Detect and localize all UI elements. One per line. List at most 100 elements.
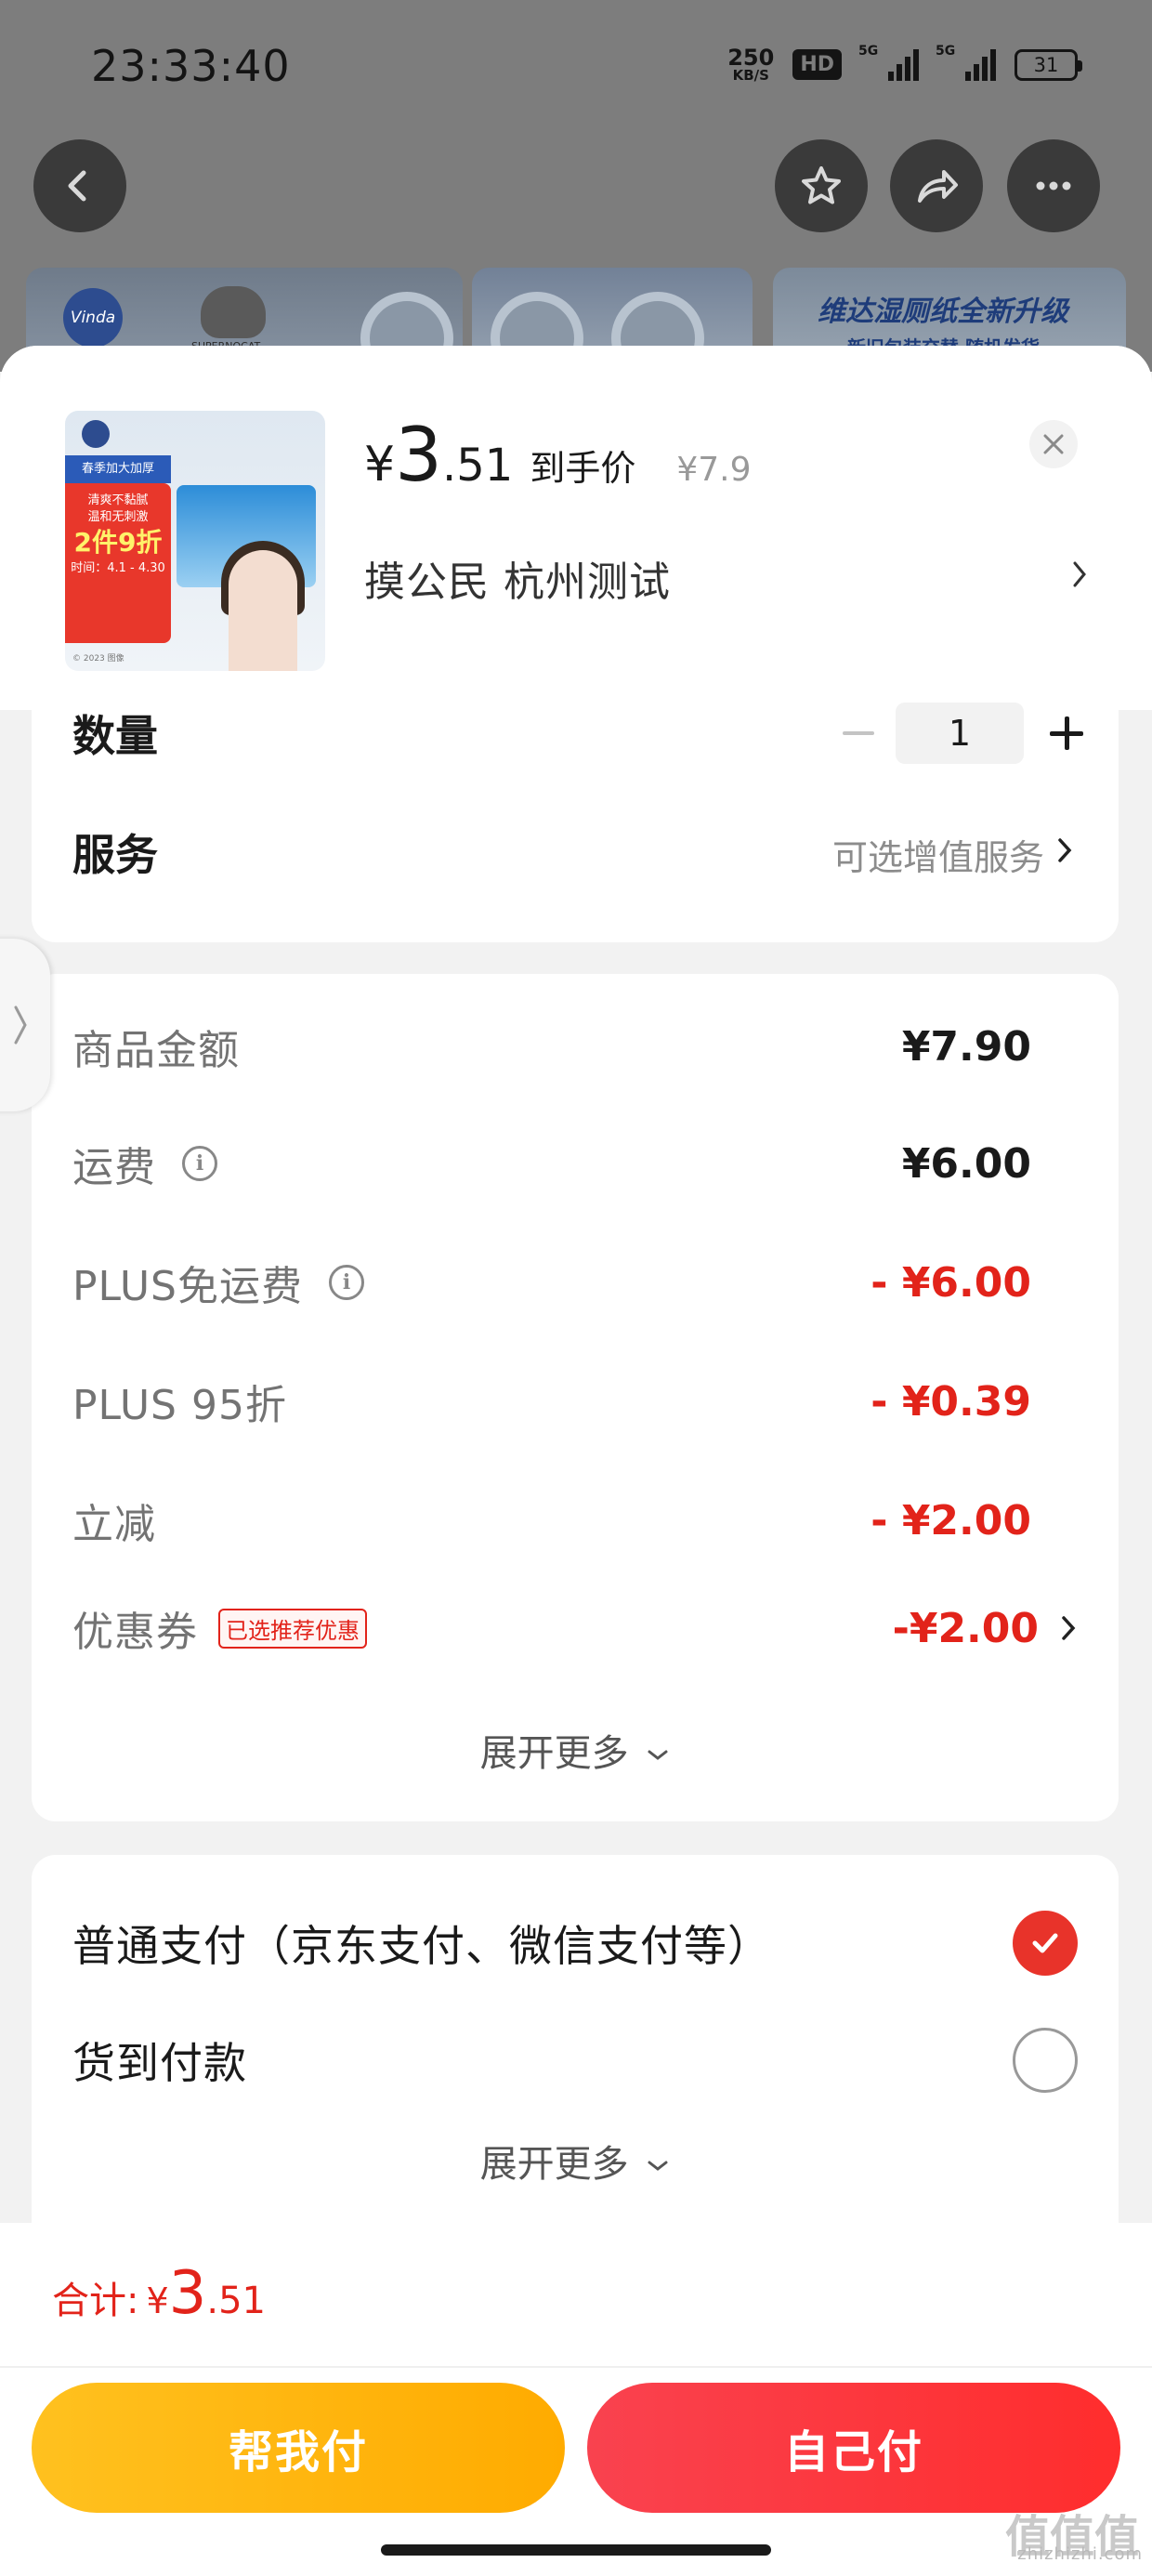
- minus-icon: [843, 731, 874, 735]
- expand-more-label: 展开更多: [479, 1732, 629, 1775]
- fee-label: 优惠券: [72, 1609, 198, 1656]
- signal-icon-2: 5G: [936, 44, 996, 81]
- quantity-increase-button[interactable]: [1024, 705, 1109, 761]
- fee-value: ¥7.90: [901, 1022, 1031, 1071]
- network-speed-value: 250: [727, 45, 775, 71]
- fee-value: ¥6.00: [901, 1139, 1031, 1188]
- payment-option-label: 货到付款: [72, 2038, 247, 2088]
- product-thumbnail[interactable]: 春季加大加厚 清爽不黏腻 温和无刺激 2件9折 时间：4.1 - 4.30 © …: [65, 411, 325, 671]
- payment-option-online[interactable]: 普通支付（京东支付、微信支付等）: [72, 1901, 1078, 1985]
- price-decimal: .51: [442, 440, 514, 492]
- fee-value: - ¥2.00: [871, 1496, 1031, 1544]
- chevron-down-icon: [648, 2161, 668, 2171]
- fee-label: 运费: [72, 1144, 156, 1191]
- fee-label: 立减: [72, 1501, 156, 1548]
- quantity-label: 数量: [72, 711, 158, 761]
- price-integer: 3: [395, 412, 442, 498]
- chevron-right-icon: [1073, 561, 1086, 587]
- quantity-service-card: 数量 1 服务 可选增值服务: [32, 703, 1119, 942]
- share-button[interactable]: [890, 139, 983, 232]
- help-me-pay-button[interactable]: 帮我付: [32, 2383, 565, 2513]
- quantity-input[interactable]: 1: [896, 703, 1024, 764]
- fee-row-goods: 商品金额 ¥7.90: [72, 1009, 1078, 1084]
- radio-unchecked-icon[interactable]: [1013, 2028, 1078, 2093]
- banner-headline: 维达湿厕纸全新升级: [818, 296, 1068, 328]
- price-breakdown-card: 商品金额 ¥7.90 运费 i ¥6.00 PLUS免运费 i - ¥6.00 …: [32, 974, 1119, 1821]
- checkout-footer: 合计: ¥ 3 .51 帮我付 自己付 值值值 zhizhizhi.com: [0, 2223, 1152, 2576]
- network-speed: 250 KB/S: [727, 46, 774, 83]
- info-icon[interactable]: i: [182, 1146, 217, 1181]
- service-label: 服务: [72, 830, 158, 880]
- address-selector[interactable]: 摸公民 杭州测试: [364, 548, 1089, 608]
- pay-myself-button[interactable]: 自己付: [587, 2383, 1120, 2513]
- coupon-badge: 已选推荐优惠: [218, 1608, 367, 1649]
- back-button[interactable]: [33, 139, 126, 232]
- quantity-stepper: 1: [821, 703, 1109, 764]
- thumb-copyright: © 2023 图像: [72, 654, 124, 664]
- close-button[interactable]: [1029, 420, 1078, 468]
- cat-illustration: [201, 286, 266, 338]
- fee-row-plus-free-shipping: PLUS免运费 i - ¥6.00: [72, 1245, 1078, 1320]
- radio-checked-icon[interactable]: [1013, 1911, 1078, 1976]
- battery-icon: 31: [1015, 48, 1082, 81]
- network-speed-unit: KB/S: [732, 67, 769, 84]
- info-icon[interactable]: i: [329, 1265, 364, 1300]
- share-icon: [918, 170, 958, 203]
- fee-label: 商品金额: [72, 1027, 240, 1074]
- chevron-down-icon: [648, 1750, 668, 1760]
- price-symbol: ¥: [364, 437, 396, 493]
- fee-row-instant-discount: 立减 - ¥2.00: [72, 1483, 1078, 1557]
- product-page-background: 23:33:40 250 KB/S HD 5G 5G 31 Vinda 维达湿厕…: [0, 0, 1152, 372]
- thumb-promo-line: 温和无刺激: [87, 509, 149, 524]
- payment-expand-more-button[interactable]: 展开更多: [32, 2134, 1119, 2188]
- status-time: 23:33:40: [91, 41, 291, 91]
- watermark: zhizhizhi.com: [1017, 2544, 1143, 2564]
- sim1-label: 5G: [858, 43, 879, 59]
- product-summary: 春季加大加厚 清爽不黏腻 温和无刺激 2件9折 时间：4.1 - 4.30 © …: [0, 346, 1152, 710]
- side-drawer-tab[interactable]: [0, 939, 50, 1111]
- divider: [0, 2366, 1152, 2368]
- fee-row-coupon[interactable]: 优惠券 已选推荐优惠 -¥2.00: [72, 1591, 1078, 1665]
- original-price: ¥7.9: [676, 451, 752, 489]
- sim2-label: 5G: [936, 43, 956, 59]
- model-face: [229, 550, 297, 671]
- chevron-right-icon[interactable]: [1055, 835, 1074, 866]
- more-button[interactable]: [1007, 139, 1100, 232]
- back-icon: [68, 170, 86, 202]
- chevron-right-icon: [1062, 1616, 1076, 1640]
- total-decimal: .51: [206, 2280, 267, 2322]
- total-label: 合计:: [52, 2280, 139, 2322]
- star-icon: [802, 166, 841, 204]
- thumb-promo-date: 时间：4.1 - 4.30: [71, 560, 165, 575]
- thumb-promo: 清爽不黏腻 温和无刺激 2件9折 时间：4.1 - 4.30: [65, 483, 171, 643]
- expand-more-label: 展开更多: [479, 2143, 629, 2186]
- fee-value: -¥2.00: [892, 1604, 1039, 1652]
- checkmark-icon: [1032, 1933, 1058, 1953]
- favorite-button[interactable]: [775, 139, 868, 232]
- payment-option-cod[interactable]: 货到付款: [72, 2018, 1078, 2102]
- signal-icon: 5G: [858, 44, 919, 81]
- total-symbol: ¥: [146, 2280, 169, 2321]
- expand-more-button[interactable]: 展开更多: [32, 1723, 1119, 1777]
- service-value[interactable]: 可选增值服务: [832, 829, 1044, 880]
- order-total: 合计: ¥ 3 .51: [52, 2264, 266, 2324]
- home-indicator[interactable]: [381, 2544, 771, 2556]
- battery-level: 31: [1033, 53, 1059, 76]
- total-integer: 3: [168, 2259, 207, 2328]
- payment-option-label: 普通支付（京东支付、微信支付等）: [72, 1921, 771, 1971]
- close-icon: [1043, 434, 1064, 454]
- thumb-promo-line: 清爽不黏腻: [87, 493, 149, 507]
- quantity-decrease-button[interactable]: [821, 705, 896, 761]
- fee-label: PLUS免运费: [72, 1263, 303, 1310]
- fee-value: - ¥0.39: [871, 1377, 1031, 1426]
- brand-logo: Vinda: [63, 288, 123, 348]
- status-icons: 250 KB/S HD 5G 5G 31: [727, 44, 1082, 83]
- payment-method-card: 普通支付（京东支付、微信支付等） 货到付款 展开更多: [32, 1855, 1119, 2245]
- brand-logo-icon: [82, 420, 110, 448]
- status-bar: 23:33:40 250 KB/S HD 5G 5G 31: [0, 0, 1152, 130]
- final-price: ¥ 3 .51 到手价 ¥7.9: [364, 418, 752, 493]
- price-label: 到手价: [530, 448, 636, 489]
- thumb-tag: 春季加大加厚: [65, 455, 171, 483]
- fee-row-shipping: 运费 i ¥6.00: [72, 1126, 1078, 1201]
- address-text: 摸公民 杭州测试: [364, 559, 671, 606]
